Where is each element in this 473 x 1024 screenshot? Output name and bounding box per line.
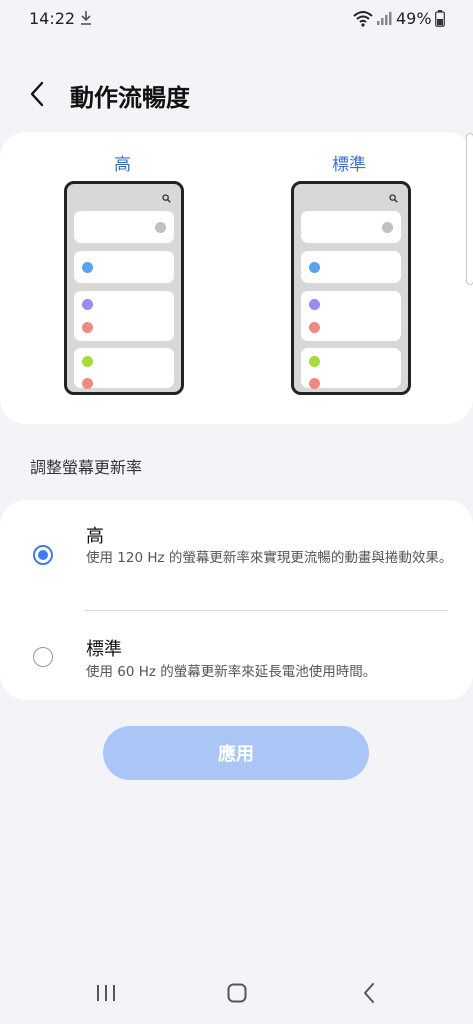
preview-row bbox=[74, 251, 174, 283]
navigation-bar bbox=[0, 960, 473, 1024]
preview-row bbox=[301, 348, 401, 389]
download-icon bbox=[81, 11, 91, 25]
apply-button[interactable]: 應用 bbox=[103, 726, 369, 780]
preview-label-high: 高 bbox=[114, 155, 131, 175]
status-bar: 14:22 49% bbox=[0, 0, 473, 36]
back-arrow-icon[interactable] bbox=[28, 80, 46, 108]
color-dot bbox=[82, 322, 93, 333]
wifi-icon bbox=[353, 11, 373, 27]
phone-preview-high bbox=[64, 181, 184, 395]
color-dot bbox=[309, 262, 320, 273]
status-time: 14:22 bbox=[29, 9, 76, 28]
page-title: 動作流暢度 bbox=[70, 84, 190, 112]
color-dot bbox=[82, 262, 93, 273]
nav-back-icon[interactable] bbox=[362, 982, 376, 1004]
phone-preview-standard bbox=[291, 181, 411, 395]
option-high-title[interactable]: 高 bbox=[86, 522, 104, 548]
preview-row bbox=[301, 251, 401, 283]
preview-row bbox=[74, 291, 174, 341]
color-dot bbox=[82, 299, 93, 310]
color-dot bbox=[309, 299, 320, 310]
option-high-description: 使用 120 Hz 的螢幕更新率來實現更流暢的動畫與捲動效果。 bbox=[86, 550, 453, 566]
home-icon[interactable] bbox=[227, 983, 247, 1003]
color-dot bbox=[309, 378, 320, 389]
color-dot bbox=[309, 356, 320, 367]
preview-row bbox=[74, 348, 174, 389]
preview-row bbox=[301, 211, 401, 243]
option-standard-description: 使用 60 Hz 的螢幕更新率來延長電池使用時間。 bbox=[86, 664, 377, 680]
radio-high[interactable] bbox=[33, 545, 53, 565]
divider bbox=[84, 610, 448, 611]
toggle-dot bbox=[382, 222, 393, 233]
recent-apps-icon[interactable] bbox=[96, 984, 116, 1002]
preview-label-standard: 標準 bbox=[332, 155, 366, 175]
preview-row bbox=[74, 211, 174, 243]
option-standard-title[interactable]: 標準 bbox=[86, 635, 122, 661]
color-dot bbox=[309, 322, 320, 333]
search-icon bbox=[162, 194, 171, 203]
section-label: 調整螢幕更新率 bbox=[30, 458, 143, 477]
toggle-dot bbox=[155, 222, 166, 233]
color-dot bbox=[82, 356, 93, 367]
battery-percent: 49% bbox=[396, 9, 432, 28]
battery-icon bbox=[435, 10, 445, 27]
search-icon bbox=[389, 194, 398, 203]
signal-icon bbox=[377, 12, 392, 25]
color-dot bbox=[82, 378, 93, 389]
radio-standard[interactable] bbox=[33, 647, 53, 667]
preview-row bbox=[301, 291, 401, 341]
scrollbar[interactable] bbox=[466, 133, 473, 285]
